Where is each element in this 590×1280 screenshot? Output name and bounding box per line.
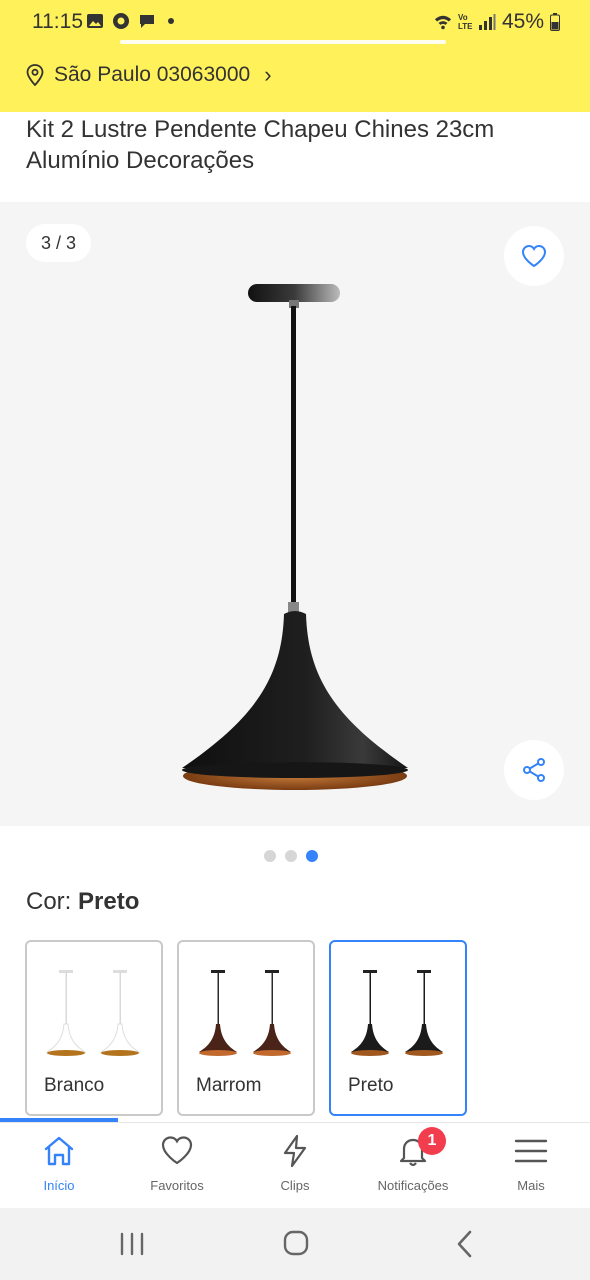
tab-notificacoes[interactable]: 1 Notificações bbox=[354, 1123, 472, 1209]
favorite-button[interactable] bbox=[504, 226, 564, 286]
home-icon bbox=[44, 1136, 74, 1166]
location-selector[interactable]: São Paulo 03063000 › bbox=[26, 62, 272, 88]
color-option-label: Branco bbox=[44, 1075, 105, 1096]
tab-clips[interactable]: Clips bbox=[236, 1123, 354, 1209]
color-option-branco[interactable]: Branco bbox=[25, 940, 163, 1116]
color-options: Branco Marrom Preto bbox=[25, 940, 467, 1116]
location-text: São Paulo 03063000 bbox=[54, 63, 251, 86]
app-header: 11:15 Vo LTE 45% São Paulo 03063000 › bbox=[0, 0, 590, 112]
heart-icon bbox=[161, 1136, 193, 1165]
heart-icon bbox=[521, 244, 547, 268]
menu-icon bbox=[514, 1139, 548, 1163]
more-notifications-dot bbox=[168, 18, 174, 24]
color-option-label: Preto bbox=[348, 1075, 394, 1096]
image-counter: 3 / 3 bbox=[26, 224, 92, 262]
color-heading: Cor: Preto bbox=[26, 888, 139, 916]
page-dot[interactable] bbox=[264, 850, 276, 862]
product-title: Kit 2 Lustre Pendente Chapeu Chines 23cm… bbox=[26, 116, 495, 174]
battery-icon bbox=[550, 13, 560, 31]
page-dot[interactable] bbox=[285, 850, 297, 862]
tab-label: Mais bbox=[517, 1178, 545, 1193]
signal-icon bbox=[478, 14, 496, 30]
color-thumbnail-preto bbox=[351, 970, 443, 1056]
notification-badge: 1 bbox=[418, 1127, 446, 1155]
tab-label: Notificações bbox=[377, 1178, 449, 1193]
share-button[interactable] bbox=[504, 740, 564, 800]
status-bar: 11:15 Vo LTE 45% bbox=[0, 0, 590, 44]
gallery-notification-icon bbox=[87, 14, 103, 28]
tab-inicio[interactable]: Início bbox=[0, 1123, 118, 1209]
recent-apps-icon[interactable] bbox=[112, 1226, 152, 1262]
product-image-gallery[interactable]: 3 / 3 bbox=[0, 202, 590, 826]
color-option-label: Marrom bbox=[196, 1075, 262, 1096]
chevron-right-icon: › bbox=[264, 62, 272, 87]
tab-favoritos[interactable]: Favoritos bbox=[118, 1123, 236, 1209]
chrome-notification-icon bbox=[113, 13, 129, 29]
lightning-icon bbox=[283, 1134, 307, 1168]
tab-label: Clips bbox=[280, 1178, 310, 1193]
notification-icons bbox=[86, 12, 174, 30]
network-type: Vo LTE bbox=[457, 13, 473, 31]
selected-color: Preto bbox=[78, 888, 140, 915]
color-option-marrom[interactable]: Marrom bbox=[177, 940, 315, 1116]
status-time: 11:15 bbox=[32, 10, 83, 33]
home-button-icon[interactable] bbox=[276, 1226, 316, 1262]
bottom-tab-bar: Início Favoritos Clips 1 Notificações Ma… bbox=[0, 1122, 590, 1208]
color-label: Cor: bbox=[26, 888, 72, 915]
product-image-black-lamp bbox=[182, 284, 408, 790]
color-thumbnail-branco bbox=[45, 970, 141, 1056]
color-thumbnail-marrom bbox=[199, 970, 291, 1056]
chat-notification-icon bbox=[140, 15, 154, 28]
status-right: Vo LTE 45% bbox=[434, 10, 560, 34]
status-bar-handle bbox=[120, 40, 446, 44]
tab-mais[interactable]: Mais bbox=[472, 1123, 590, 1209]
share-icon bbox=[523, 758, 545, 782]
color-option-preto[interactable]: Preto bbox=[329, 940, 467, 1116]
tab-label: Favoritos bbox=[150, 1178, 204, 1193]
location-pin-icon bbox=[26, 64, 44, 86]
battery-percent: 45% bbox=[501, 10, 544, 33]
gallery-pagination bbox=[264, 850, 318, 862]
wifi-icon bbox=[434, 15, 452, 30]
page-dot-active[interactable] bbox=[306, 850, 318, 862]
back-icon[interactable] bbox=[446, 1226, 486, 1262]
system-navigation-bar bbox=[0, 1208, 590, 1280]
tab-label: Início bbox=[43, 1178, 75, 1193]
